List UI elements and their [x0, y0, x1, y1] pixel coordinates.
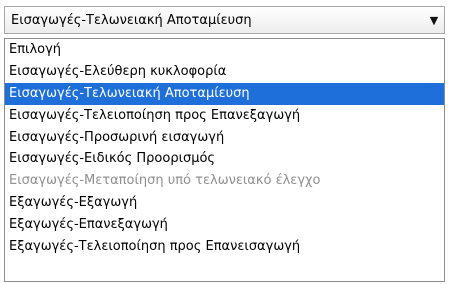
option-choose[interactable]: Επιλογή	[5, 39, 444, 61]
dropdown-list: Επιλογή Εισαγωγές-Ελεύθερη κυκλοφορία Ει…	[4, 38, 445, 282]
option-import-inward-processing[interactable]: Εισαγωγές-Τελειοποίηση προς Επανεξαγωγή	[5, 105, 444, 127]
option-import-customs-warehousing[interactable]: Εισαγωγές-Τελωνειακή Αποταμίευση	[5, 82, 444, 105]
option-export-re-export[interactable]: Εξαγωγές-Επανεξαγωγή	[5, 214, 444, 236]
select-current-value: Εισαγωγές-Τελωνειακή Αποταμίευση	[11, 12, 252, 28]
option-import-free-circulation[interactable]: Εισαγωγές-Ελεύθερη κυκλοφορία	[5, 61, 444, 83]
customs-regime-select[interactable]: Εισαγωγές-Τελωνειακή Αποταμίευση ▼	[4, 6, 445, 34]
option-export-export[interactable]: Εξαγωγές-Εξαγωγή	[5, 192, 444, 214]
option-export-outward-processing[interactable]: Εξαγωγές-Τελειοποίηση προς Επανεισαγωγή	[5, 236, 444, 258]
triangle-down-icon[interactable]: ▼	[424, 14, 444, 27]
option-import-processing-under-customs-control: Εισαγωγές-Μεταποίηση υπό τελωνειακό έλεγ…	[9, 173, 321, 189]
option-import-end-use[interactable]: Εισαγωγές-Ειδικός Προορισμός	[5, 148, 444, 170]
option-import-temporary-admission[interactable]: Εισαγωγές-Προσωρινή εισαγωγή	[5, 127, 444, 149]
